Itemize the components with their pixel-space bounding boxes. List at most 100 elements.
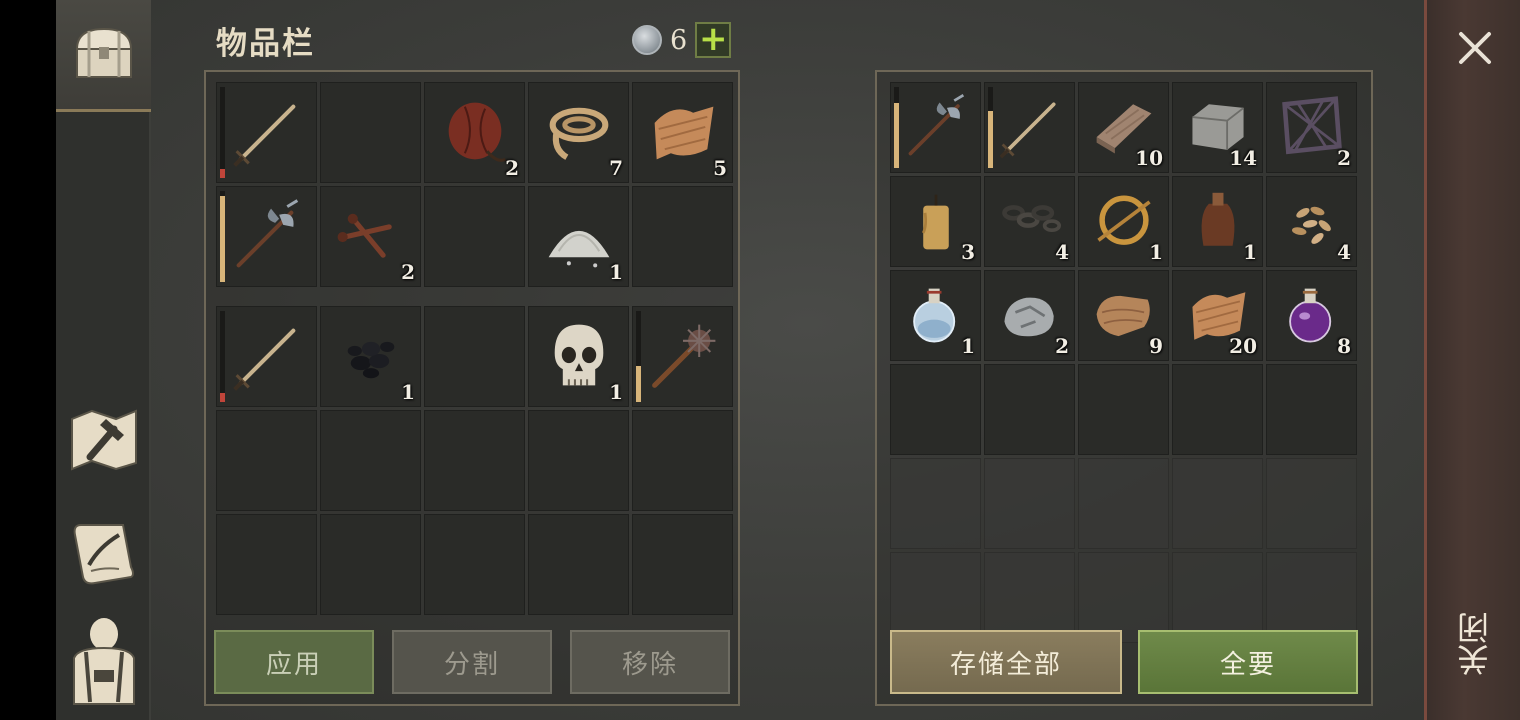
item-quantity: 20 [1229, 334, 1257, 358]
empty-slot[interactable] [424, 306, 525, 407]
empty-slot[interactable] [632, 186, 733, 287]
item-slot[interactable]: 7 [528, 82, 629, 183]
item-slot[interactable] [216, 186, 317, 287]
silver-coin-icon [632, 25, 662, 55]
game-screen: 物品栏 6 + 27521 11 应用 分割 移除 10 14 2 3 4 1 1 4 1 2 9 2… [56, 0, 1520, 720]
salt-pile-icon [548, 230, 609, 267]
empty-slot[interactable] [424, 186, 525, 287]
nav-crafting-button[interactable] [64, 400, 144, 480]
nav-inventory-button[interactable] [64, 14, 144, 94]
durability-bar [220, 191, 225, 282]
container-grid: 10 14 2 3 4 1 1 4 1 2 9 20 8 [890, 82, 1357, 643]
item-quantity: 14 [1229, 146, 1257, 170]
empty-slot[interactable] [1078, 364, 1169, 455]
item-quantity: 8 [1337, 334, 1351, 358]
empty-slot[interactable] [890, 364, 981, 455]
empty-slot[interactable] [216, 410, 317, 511]
item-slot[interactable]: 14 [1172, 82, 1263, 173]
empty-slot[interactable] [890, 458, 981, 549]
item-slot[interactable]: 20 [1172, 270, 1263, 361]
empty-slot[interactable] [984, 364, 1075, 455]
crafting-hammer-icon [71, 409, 137, 471]
item-slot[interactable]: 8 [1266, 270, 1357, 361]
durability-bar [636, 311, 641, 402]
item-slot[interactable]: 2 [984, 270, 1075, 361]
chest-icon [75, 27, 133, 78]
mace-icon [651, 324, 715, 388]
empty-slot[interactable] [320, 410, 421, 511]
close-label[interactable]: 关闭 [1455, 612, 1495, 676]
coal-icon [347, 341, 394, 378]
item-quantity: 4 [1337, 240, 1351, 264]
side-nav [56, 0, 151, 720]
item-quantity: 2 [1055, 334, 1069, 358]
empty-slot[interactable] [528, 514, 629, 615]
nails-icon [337, 213, 392, 258]
empty-slot[interactable] [1266, 364, 1357, 455]
item-slot[interactable]: 4 [984, 176, 1075, 267]
empty-slot[interactable] [320, 82, 421, 183]
item-slot[interactable]: 9 [1078, 270, 1169, 361]
sword-icon [232, 104, 295, 167]
store-all-button[interactable]: 存储全部 [890, 630, 1122, 694]
nav-journal-button[interactable] [64, 512, 144, 592]
item-slot[interactable]: 1 [528, 186, 629, 287]
item-quantity: 5 [713, 156, 727, 180]
item-slot[interactable] [984, 82, 1075, 173]
item-slot[interactable] [632, 306, 733, 407]
item-slot[interactable]: 1 [890, 270, 981, 361]
empty-slot[interactable] [1078, 458, 1169, 549]
remove-button[interactable]: 移除 [570, 630, 730, 694]
durability-fill [220, 169, 225, 178]
empty-slot[interactable] [320, 514, 421, 615]
empty-slot[interactable] [632, 410, 733, 511]
item-quantity: 3 [961, 240, 975, 264]
item-slot[interactable]: 2 [424, 82, 525, 183]
item-slot[interactable]: 5 [632, 82, 733, 183]
take-all-button[interactable]: 全要 [1138, 630, 1358, 694]
item-quantity: 1 [609, 260, 623, 284]
item-slot[interactable]: 1 [320, 306, 421, 407]
empty-slot[interactable] [1266, 458, 1357, 549]
item-quantity: 1 [961, 334, 975, 358]
empty-slot[interactable] [528, 410, 629, 511]
empty-slot[interactable] [984, 458, 1075, 549]
item-slot[interactable]: 2 [320, 186, 421, 287]
item-quantity: 2 [401, 260, 415, 284]
item-slot[interactable]: 3 [890, 176, 981, 267]
durability-fill [636, 366, 641, 402]
durability-bar [220, 87, 225, 178]
item-slot[interactable]: 2 [1266, 82, 1357, 173]
item-slot[interactable] [216, 306, 317, 407]
item-slot[interactable]: 1 [1172, 176, 1263, 267]
item-quantity: 1 [1243, 240, 1257, 264]
empty-slot[interactable] [424, 410, 525, 511]
apply-button[interactable]: 应用 [214, 630, 374, 694]
item-quantity: 1 [401, 380, 415, 404]
empty-slot[interactable] [632, 514, 733, 615]
nav-character-button[interactable] [64, 618, 144, 705]
empty-slot[interactable] [1172, 458, 1263, 549]
close-icon[interactable] [1455, 28, 1495, 68]
quest-scroll-icon [73, 524, 134, 585]
inventory-grid-equipped: 2 7 5 2 1 [216, 82, 733, 287]
split-button[interactable]: 分割 [392, 630, 552, 694]
sword-icon [999, 101, 1056, 158]
item-slot[interactable] [890, 82, 981, 173]
close-panel[interactable]: 关闭 [1424, 0, 1520, 720]
page-title: 物品栏 [216, 26, 315, 62]
item-quantity: 2 [505, 156, 519, 180]
item-quantity: 9 [1149, 334, 1163, 358]
add-currency-button[interactable]: + [695, 22, 732, 58]
empty-slot[interactable] [1172, 364, 1263, 455]
item-slot[interactable]: 1 [528, 306, 629, 407]
item-slot[interactable]: 10 [1078, 82, 1169, 173]
empty-slot[interactable] [216, 514, 317, 615]
currency-amount: 6 [670, 24, 688, 56]
inventory-grid-backpack: 11 [216, 306, 733, 615]
item-slot[interactable]: 4 [1266, 176, 1357, 267]
durability-fill [894, 103, 899, 168]
item-slot[interactable]: 1 [1078, 176, 1169, 267]
empty-slot[interactable] [424, 514, 525, 615]
item-slot[interactable] [216, 82, 317, 183]
